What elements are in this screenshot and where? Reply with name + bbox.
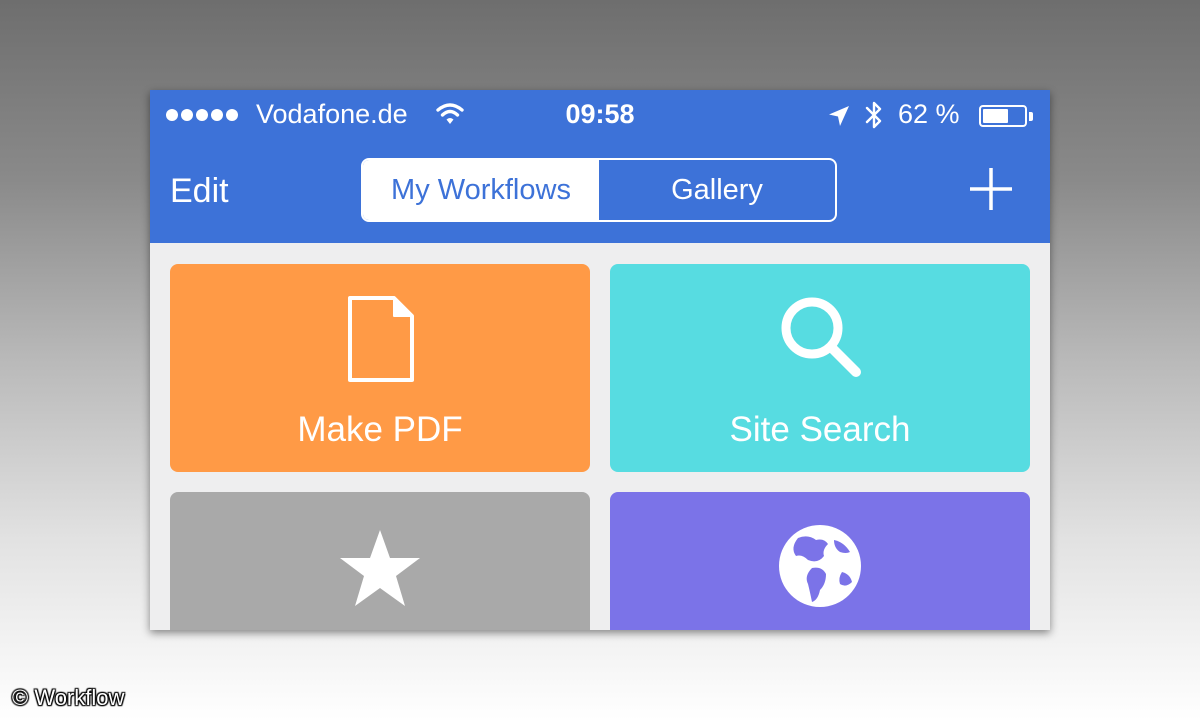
location-arrow-icon xyxy=(828,103,850,134)
battery-level-fill xyxy=(983,109,1008,123)
search-icon xyxy=(778,294,864,385)
workflow-tile-site-search[interactable]: Site Search xyxy=(610,264,1030,472)
segment-gallery[interactable]: Gallery xyxy=(599,160,835,220)
segment-my-workflows[interactable]: My Workflows xyxy=(363,160,599,220)
segmented-control: My Workflows Gallery xyxy=(361,158,837,222)
plus-icon[interactable] xyxy=(968,166,1014,217)
workflow-tile-make-pdf[interactable]: Make PDF xyxy=(170,264,590,472)
phone-screen: Vodafone.de 09:58 62 % Edit My Workflows… xyxy=(150,90,1050,630)
workflow-tile-web[interactable] xyxy=(610,492,1030,630)
globe-icon xyxy=(778,524,862,613)
battery-tip xyxy=(1029,112,1033,121)
workflow-tile-favorite[interactable] xyxy=(170,492,590,630)
edit-button[interactable]: Edit xyxy=(170,172,229,211)
navigation-bar: Vodafone.de 09:58 62 % Edit My Workflows… xyxy=(150,90,1050,243)
copyright-credit: © Workflow xyxy=(12,685,125,710)
workflow-label: Make PDF xyxy=(297,410,463,449)
status-bar: Vodafone.de 09:58 62 % xyxy=(150,90,1050,140)
battery-percent: 62 % xyxy=(898,99,960,129)
bluetooth-icon xyxy=(864,100,884,137)
star-icon xyxy=(338,528,422,613)
document-icon xyxy=(346,294,416,389)
battery-icon xyxy=(979,105,1027,127)
workflow-label: Site Search xyxy=(729,410,911,449)
